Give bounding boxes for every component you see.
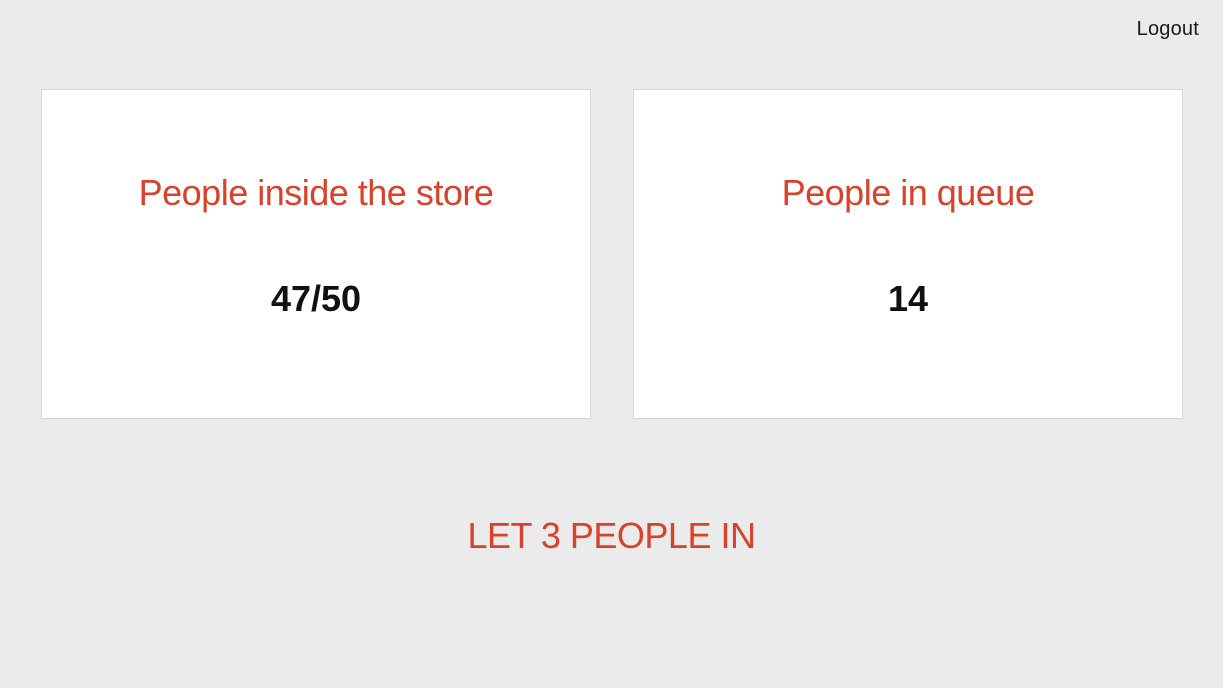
queue-title: People in queue — [781, 172, 1035, 213]
queue-value: 14 — [887, 278, 929, 319]
store-occupancy-card: People inside the store 47/50 — [41, 89, 591, 419]
store-occupancy-value: 47/50 — [270, 278, 362, 319]
queue-card: People in queue 14 — [633, 89, 1183, 419]
store-occupancy-title: People inside the store — [138, 172, 494, 213]
logout-link[interactable]: Logout — [1137, 18, 1199, 41]
let-people-in-button[interactable]: LET 3 PEOPLE IN — [0, 515, 1223, 557]
